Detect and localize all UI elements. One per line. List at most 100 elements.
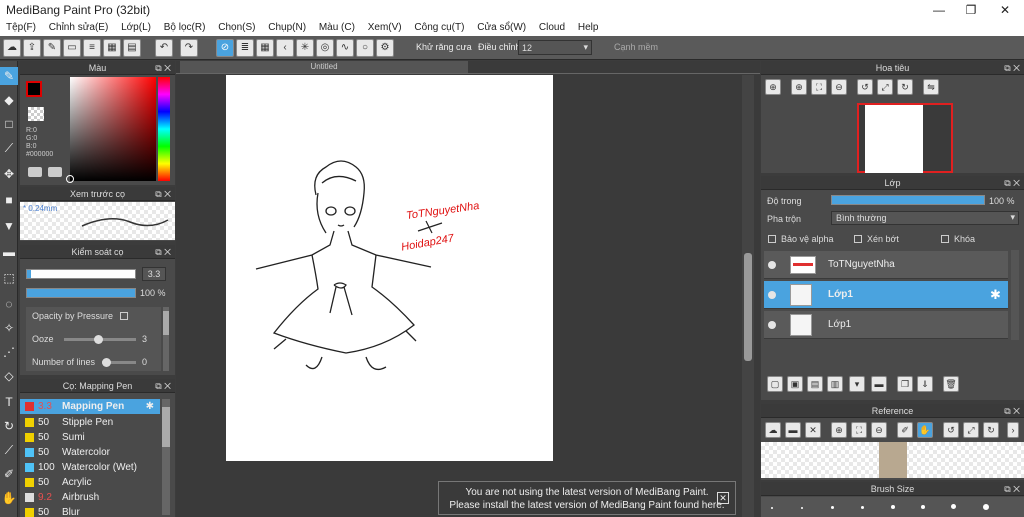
rotate-right-icon[interactable]: ↻: [897, 79, 913, 95]
color-mode-button[interactable]: [28, 167, 42, 177]
maximize-button[interactable]: ❐: [960, 2, 982, 18]
cloud-icon[interactable]: ☁: [765, 422, 781, 438]
brush-item[interactable]: 50 Stipple Pen: [20, 415, 160, 430]
menu-layer[interactable]: Lớp(L): [115, 20, 155, 33]
undo-icon[interactable]: ↶: [155, 39, 173, 57]
size-preset[interactable]: [861, 506, 864, 509]
reference-image-area[interactable]: [761, 442, 1024, 478]
size-preset[interactable]: [983, 504, 989, 510]
notification-line-2[interactable]: Please install the latest version of Med…: [439, 499, 735, 512]
canvas-tab[interactable]: Untitled: [180, 61, 468, 73]
new-layer-icon[interactable]: ▢: [767, 376, 783, 392]
close-icon[interactable]: ✕: [717, 492, 729, 504]
close-button[interactable]: ✕: [994, 2, 1016, 18]
lines-slider[interactable]: [102, 358, 136, 367]
panel-close-icon[interactable]: ⧉ ✕: [155, 61, 171, 75]
size-preset[interactable]: [891, 505, 895, 509]
select-pen-icon[interactable]: ⋰: [0, 343, 18, 361]
brush-item[interactable]: 50 Sumi: [20, 430, 160, 445]
rotate-right-icon[interactable]: ↻: [983, 422, 999, 438]
brush-item-mapping-pen[interactable]: 3.3 Mapping Pen ✱: [20, 399, 160, 414]
layer-visibility-icon[interactable]: [768, 261, 776, 269]
zoom-out-icon[interactable]: ⊖: [831, 79, 847, 95]
brush-opacity-slider[interactable]: [26, 288, 136, 298]
saturation-value-picker[interactable]: [70, 77, 156, 181]
cloud-icon[interactable]: ☁: [3, 39, 21, 57]
eyedropper-icon[interactable]: ✐: [897, 422, 913, 438]
bucket-tool-icon[interactable]: ▼: [0, 217, 18, 235]
brush-control-scrollbar[interactable]: [163, 307, 169, 371]
menu-tools[interactable]: Công cụ(T): [408, 20, 468, 33]
brush-item[interactable]: 9.2 Airbrush: [20, 490, 160, 505]
eraser-tool-icon[interactable]: ◆: [0, 91, 18, 109]
rotate-left-icon[interactable]: ↺: [943, 422, 959, 438]
select-eraser-icon[interactable]: ◇: [0, 367, 18, 385]
gear-icon[interactable]: ⚙: [376, 39, 394, 57]
snap-off-icon[interactable]: ⊘: [216, 39, 234, 57]
menu-file[interactable]: Tệp(F): [0, 20, 40, 33]
more-icon[interactable]: ›: [1007, 422, 1019, 438]
layout-icon[interactable]: ▤: [123, 39, 141, 57]
brush-item[interactable]: 50 Blur: [20, 505, 160, 517]
panel-close-icon[interactable]: ⧉ ✕: [1004, 61, 1020, 75]
adjust-select[interactable]: 12 ▾: [518, 40, 592, 55]
brush-list-scrollbar[interactable]: [162, 399, 170, 515]
add-folder-icon[interactable]: ▾: [849, 376, 865, 392]
curve-snap-icon[interactable]: ∿: [336, 39, 354, 57]
ring-snap-icon[interactable]: ○: [356, 39, 374, 57]
redo-icon[interactable]: ↷: [180, 39, 198, 57]
menu-edit[interactable]: Chỉnh sửa(E): [43, 20, 113, 33]
layer-opacity-slider[interactable]: [831, 195, 985, 205]
blend-mode-select[interactable]: Bình thường ▾: [831, 211, 1019, 225]
color-palette-button[interactable]: [48, 167, 62, 177]
divide-tool-icon[interactable]: ⟋: [0, 441, 18, 459]
layer-visibility-icon[interactable]: [768, 321, 776, 329]
document-icon[interactable]: ≡: [83, 39, 101, 57]
eyedropper-tool-icon[interactable]: ✐: [0, 465, 18, 483]
layer-row[interactable]: Lớp1: [764, 311, 1008, 339]
new-8bit-layer-icon[interactable]: ▤: [807, 376, 823, 392]
size-preset[interactable]: [801, 507, 803, 509]
size-preset[interactable]: [771, 507, 773, 509]
menu-help[interactable]: Help: [572, 20, 603, 33]
fit-window-icon[interactable]: ⛶: [811, 79, 827, 95]
hand-tool-icon[interactable]: ✋: [0, 489, 18, 507]
flip-icon[interactable]: ⇋: [923, 79, 939, 95]
text-tool-icon[interactable]: T: [0, 393, 18, 411]
vanish-snap-icon[interactable]: ‹: [276, 39, 294, 57]
canvas-vscrollbar[interactable]: [742, 75, 754, 517]
fit-window-icon[interactable]: ⛶: [851, 422, 867, 438]
circle-snap-icon[interactable]: ◎: [316, 39, 334, 57]
new-halftone-layer-icon[interactable]: ▣: [787, 376, 803, 392]
reset-view-icon[interactable]: ⤢: [877, 79, 893, 95]
brush-tool-icon[interactable]: ⟋: [0, 139, 18, 157]
folder-icon[interactable]: ▬: [871, 376, 887, 392]
trash-icon[interactable]: 🗑: [943, 376, 959, 392]
brush-item[interactable]: 50 Acrylic: [20, 475, 160, 490]
navigator-viewport[interactable]: [857, 103, 953, 173]
menu-filter[interactable]: Bộ lọc(R): [158, 20, 210, 33]
menu-color[interactable]: Màu (C): [313, 20, 359, 33]
ooze-slider[interactable]: [64, 335, 136, 344]
merge-down-icon[interactable]: ⇓: [917, 376, 933, 392]
layer-visibility-icon[interactable]: [768, 291, 776, 299]
speech-icon[interactable]: ▭: [63, 39, 81, 57]
clipping-checkbox[interactable]: [854, 235, 862, 243]
magic-wand-icon[interactable]: ✧: [0, 319, 18, 337]
radial-snap-icon[interactable]: ✳: [296, 39, 314, 57]
menu-cloud[interactable]: Cloud: [533, 20, 569, 33]
zoom-in-icon[interactable]: ⊕: [791, 79, 807, 95]
zoom-out-icon[interactable]: ⊖: [871, 422, 887, 438]
hand-icon[interactable]: ✋: [917, 422, 933, 438]
rotate-left-icon[interactable]: ↺: [857, 79, 873, 95]
gear-icon[interactable]: ✱: [146, 399, 154, 414]
upload-icon[interactable]: ⇪: [23, 39, 41, 57]
zoom-in-icon[interactable]: ⊕: [831, 422, 847, 438]
layer-row-selected[interactable]: Lớp1 ✱: [764, 281, 1008, 309]
panel-close-icon[interactable]: ⧉ ✕: [1004, 482, 1020, 496]
brush-item[interactable]: 50 Watercolor: [20, 445, 160, 460]
size-preset[interactable]: [831, 506, 834, 509]
new-1bit-layer-icon[interactable]: ▥: [827, 376, 843, 392]
folder-icon[interactable]: ▬: [785, 422, 801, 438]
protect-alpha-checkbox[interactable]: [768, 235, 776, 243]
